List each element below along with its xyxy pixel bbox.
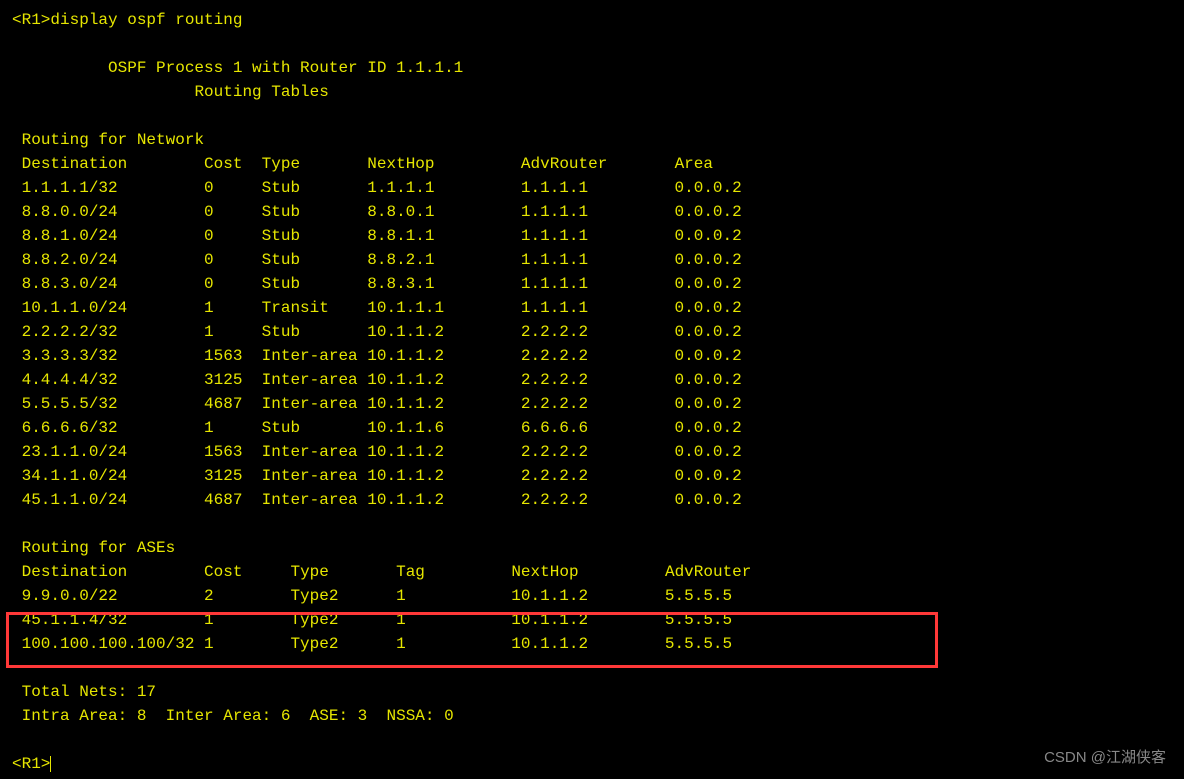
col-cost: Cost (204, 563, 242, 581)
routing-tables-label: Routing Tables (12, 80, 1172, 104)
table-row: 5.5.5.5/32 4687 Inter-area 10.1.1.2 2.2.… (12, 392, 1172, 416)
table-row: 10.1.1.0/24 1 Transit 10.1.1.1 1.1.1.1 0… (12, 296, 1172, 320)
watermark: CSDN @江湖侠客 (1044, 747, 1166, 770)
table-row: 100.100.100.100/32 1 Type2 1 10.1.1.2 5.… (12, 632, 1172, 656)
table-row: 8.8.0.0/24 0 Stub 8.8.0.1 1.1.1.1 0.0.0.… (12, 200, 1172, 224)
ospf-header: OSPF Process 1 with Router ID 1.1.1.1 (12, 56, 1172, 80)
total-nets: Total Nets: 17 (12, 680, 1172, 704)
prompt-line[interactable]: <R1> (12, 752, 1172, 776)
prompt: <R1> (12, 11, 50, 29)
routing-ases-title: Routing for ASEs (12, 536, 1172, 560)
table-row: 8.8.3.0/24 0 Stub 8.8.3.1 1.1.1.1 0.0.0.… (12, 272, 1172, 296)
table-row: 4.4.4.4/32 3125 Inter-area 10.1.1.2 2.2.… (12, 368, 1172, 392)
table-row: 2.2.2.2/32 1 Stub 10.1.1.2 2.2.2.2 0.0.0… (12, 320, 1172, 344)
col-area: Area (675, 155, 713, 173)
col-advrouter: AdvRouter (521, 155, 607, 173)
net-header-row: Destination Cost Type NextHop AdvRouter … (12, 152, 1172, 176)
col-cost: Cost (204, 155, 242, 173)
command-line[interactable]: <R1>display ospf routing (12, 8, 1172, 32)
table-row: 3.3.3.3/32 1563 Inter-area 10.1.1.2 2.2.… (12, 344, 1172, 368)
table-row: 45.1.1.4/32 1 Type2 1 10.1.1.2 5.5.5.5 (12, 608, 1172, 632)
col-nexthop: NextHop (367, 155, 434, 173)
table-row: 6.6.6.6/32 1 Stub 10.1.1.6 6.6.6.6 0.0.0… (12, 416, 1172, 440)
stats-line: Intra Area: 8 Inter Area: 6 ASE: 3 NSSA:… (12, 704, 1172, 728)
terminal-output: <R1>display ospf routing OSPF Process 1 … (12, 8, 1172, 776)
table-row: 45.1.1.0/24 4687 Inter-area 10.1.1.2 2.2… (12, 488, 1172, 512)
blank-line (12, 104, 1172, 128)
ase-rows: 9.9.0.0/22 2 Type2 1 10.1.1.2 5.5.5.5 45… (12, 584, 1172, 656)
blank-line (12, 32, 1172, 56)
col-destination: Destination (22, 155, 128, 173)
col-advrouter: AdvRouter (665, 563, 751, 581)
blank-line (12, 656, 1172, 680)
table-row: 8.8.1.0/24 0 Stub 8.8.1.1 1.1.1.1 0.0.0.… (12, 224, 1172, 248)
col-destination: Destination (22, 563, 128, 581)
table-row: 1.1.1.1/32 0 Stub 1.1.1.1 1.1.1.1 0.0.0.… (12, 176, 1172, 200)
table-row: 9.9.0.0/22 2 Type2 1 10.1.1.2 5.5.5.5 (12, 584, 1172, 608)
table-row: 34.1.1.0/24 3125 Inter-area 10.1.1.2 2.2… (12, 464, 1172, 488)
blank-line (12, 728, 1172, 752)
table-row: 8.8.2.0/24 0 Stub 8.8.2.1 1.1.1.1 0.0.0.… (12, 248, 1172, 272)
net-rows: 1.1.1.1/32 0 Stub 1.1.1.1 1.1.1.1 0.0.0.… (12, 176, 1172, 512)
ase-header-row: Destination Cost Type Tag NextHop AdvRou… (12, 560, 1172, 584)
table-row: 23.1.1.0/24 1563 Inter-area 10.1.1.2 2.2… (12, 440, 1172, 464)
command-text: display ospf routing (50, 11, 242, 29)
blank-line (12, 512, 1172, 536)
col-nexthop: NextHop (511, 563, 578, 581)
prompt: <R1> (12, 755, 50, 773)
col-tag: Tag (396, 563, 425, 581)
col-type: Type (290, 563, 328, 581)
routing-network-title: Routing for Network (12, 128, 1172, 152)
col-type: Type (262, 155, 300, 173)
